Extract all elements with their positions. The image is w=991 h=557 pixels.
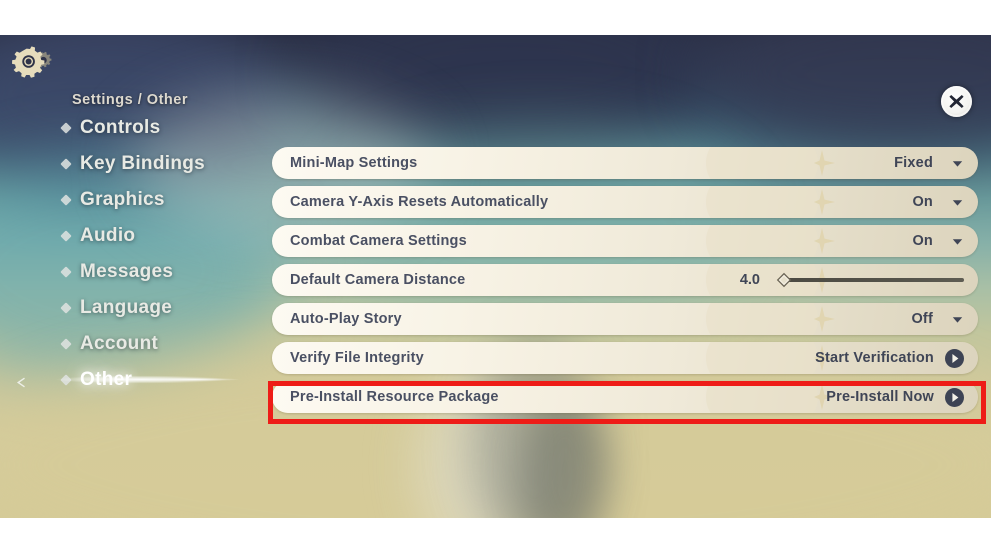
setting-label: Default Camera Distance bbox=[290, 272, 466, 288]
setting-label: Mini-Map Settings bbox=[290, 155, 418, 171]
sidebar-item-other[interactable]: Other bbox=[0, 362, 262, 398]
setting-value: Start Verification bbox=[815, 350, 934, 366]
setting-control[interactable]: 4.0 bbox=[740, 264, 964, 296]
sparkle-decoration-icon bbox=[702, 303, 902, 335]
setting-row[interactable]: Camera Y-Axis Resets Automatically On bbox=[272, 186, 978, 218]
letterbox-band-bottom bbox=[0, 518, 991, 557]
close-button[interactable] bbox=[941, 86, 972, 117]
setting-label: Auto-Play Story bbox=[290, 311, 402, 327]
diamond-bullet-icon bbox=[60, 158, 72, 170]
sidebar-item-label: Account bbox=[80, 333, 159, 354]
setting-control[interactable]: Off bbox=[911, 303, 964, 335]
diamond-bullet-icon bbox=[60, 122, 72, 134]
setting-label: Combat Camera Settings bbox=[290, 233, 467, 249]
diamond-bullet-icon bbox=[60, 374, 72, 386]
setting-value: Pre-Install Now bbox=[826, 389, 934, 405]
slider-value: 4.0 bbox=[739, 272, 760, 288]
setting-label: Verify File Integrity bbox=[290, 350, 424, 366]
page-title: Settings / Other bbox=[72, 92, 188, 108]
sidebar-item-label: Other bbox=[80, 369, 133, 390]
sidebar-item-label: Controls bbox=[80, 117, 161, 138]
active-item-arrow-icon bbox=[16, 375, 27, 388]
sparkle-decoration-icon bbox=[702, 225, 902, 257]
chevron-right-circle-icon[interactable] bbox=[945, 348, 964, 368]
sidebar-item-key-bindings[interactable]: Key Bindings bbox=[0, 146, 262, 182]
chevron-down-icon[interactable] bbox=[951, 157, 964, 170]
slider-handle[interactable] bbox=[776, 272, 792, 288]
chevron-down-icon[interactable] bbox=[951, 235, 964, 248]
setting-control[interactable]: On bbox=[912, 186, 964, 218]
settings-header: Settings / Other bbox=[0, 35, 991, 117]
sidebar-item-graphics[interactable]: Graphics bbox=[0, 182, 262, 218]
setting-control[interactable]: Pre-Install Now bbox=[826, 381, 964, 413]
setting-control[interactable]: On bbox=[912, 225, 964, 257]
setting-label: Camera Y-Axis Resets Automatically bbox=[290, 194, 549, 210]
diamond-bullet-icon bbox=[60, 338, 72, 350]
letterbox-band-top bbox=[0, 0, 991, 35]
chevron-down-icon[interactable] bbox=[951, 313, 964, 326]
sidebar-item-messages[interactable]: Messages bbox=[0, 254, 262, 290]
setting-label: Pre-Install Resource Package bbox=[290, 389, 499, 405]
setting-value: Off bbox=[911, 311, 933, 327]
setting-row[interactable]: Combat Camera Settings On bbox=[272, 225, 978, 257]
setting-value: Fixed bbox=[894, 155, 933, 171]
slider-track[interactable] bbox=[783, 278, 964, 282]
sidebar-item-label: Language bbox=[80, 297, 173, 318]
settings-list: Mini-Map Settings Fixed Camera Y-Axis Rese… bbox=[272, 147, 978, 420]
diamond-bullet-icon bbox=[60, 230, 72, 242]
sparkle-decoration-icon bbox=[702, 147, 902, 179]
setting-control[interactable]: Start Verification bbox=[815, 342, 964, 374]
sidebar-item-label: Messages bbox=[80, 261, 174, 282]
setting-value: On bbox=[912, 233, 933, 249]
settings-screen: Settings / Other Controls Key Bindings Gra… bbox=[0, 0, 991, 557]
sidebar-item-account[interactable]: Account bbox=[0, 326, 262, 362]
sidebar-item-controls[interactable]: Controls bbox=[0, 110, 262, 146]
sidebar-item-audio[interactable]: Audio bbox=[0, 218, 262, 254]
active-item-glow bbox=[40, 371, 260, 388]
sidebar-item-label: Key Bindings bbox=[80, 153, 206, 174]
chevron-right-circle-icon[interactable] bbox=[945, 387, 964, 407]
sidebar-item-language[interactable]: Language bbox=[0, 290, 262, 326]
diamond-bullet-icon bbox=[60, 302, 72, 314]
settings-sidebar: Controls Key Bindings Graphics Audio Message… bbox=[0, 110, 262, 398]
setting-row[interactable]: Pre-Install Resource Package Pre-Install … bbox=[272, 381, 978, 413]
sidebar-item-label: Graphics bbox=[80, 189, 165, 210]
diamond-bullet-icon bbox=[60, 194, 72, 206]
gear-icon bbox=[12, 46, 56, 86]
sidebar-item-label: Audio bbox=[80, 225, 136, 246]
camera-distance-slider[interactable] bbox=[772, 270, 964, 290]
setting-row[interactable]: Auto-Play Story Off bbox=[272, 303, 978, 335]
setting-row[interactable]: Default Camera Distance 4.0 bbox=[272, 264, 978, 296]
chevron-down-icon[interactable] bbox=[951, 196, 964, 209]
setting-row[interactable]: Mini-Map Settings Fixed bbox=[272, 147, 978, 179]
setting-value: On bbox=[912, 194, 933, 210]
diamond-bullet-icon bbox=[60, 266, 72, 278]
sparkle-decoration-icon bbox=[702, 186, 902, 218]
close-icon bbox=[949, 95, 964, 108]
setting-row[interactable]: Verify File Integrity Start Verification bbox=[272, 342, 978, 374]
setting-control[interactable]: Fixed bbox=[894, 147, 964, 179]
